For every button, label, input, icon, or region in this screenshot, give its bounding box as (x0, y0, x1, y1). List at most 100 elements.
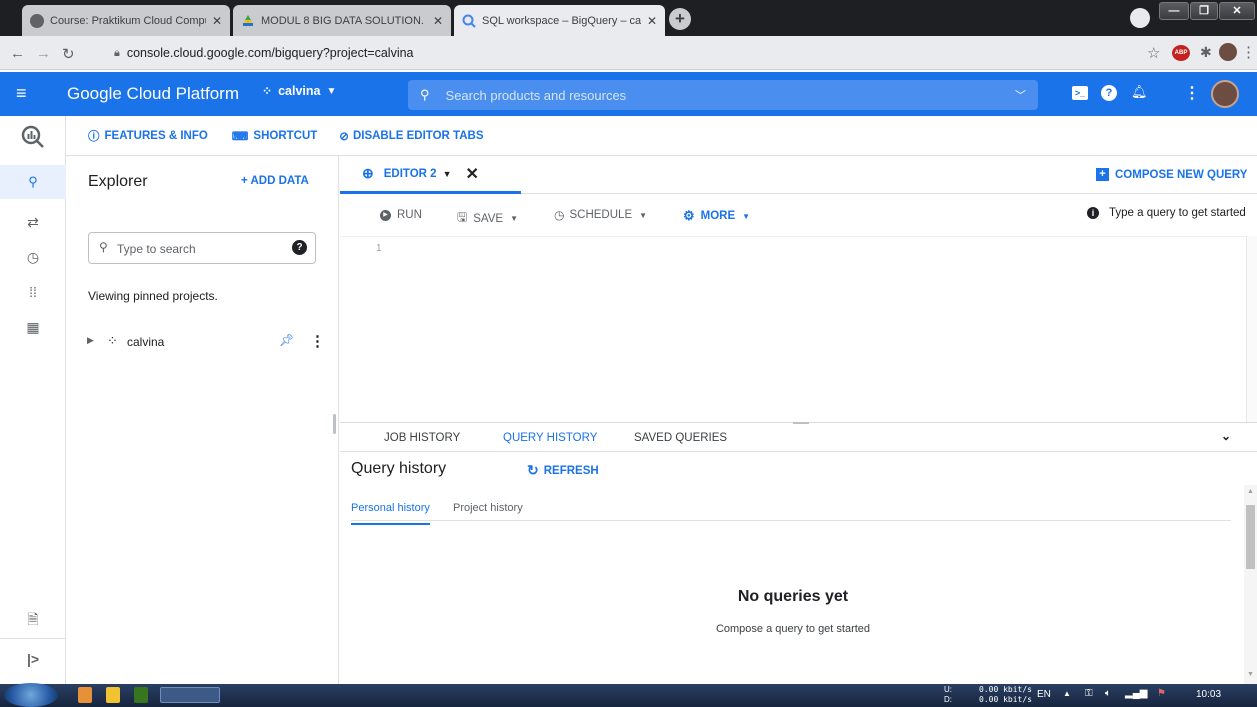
clock-time[interactable]: 10:03 (1196, 689, 1221, 700)
panel-resize-handle[interactable] (333, 414, 336, 434)
refresh-button[interactable]: ↻ REFRESH (527, 462, 599, 479)
url-field[interactable]: 🔒︎ console.cloud.google.com/bigquery?pro… (106, 41, 1106, 65)
shortcut-button[interactable]: ⌨ SHORTCUT (232, 129, 318, 143)
browser-tab-title: SQL workspace – BigQuery – calv (482, 14, 641, 27)
gcp-title[interactable]: Google Cloud Platform (67, 84, 239, 104)
project-dots-icon: ⁘ (262, 84, 273, 98)
release-notes-icon[interactable]: 🗎︎ (0, 609, 66, 633)
help-icon[interactable]: ? (292, 240, 307, 255)
editor-scrollbar[interactable] (1246, 236, 1257, 422)
analytics-hub-icon[interactable]: ⁞⁞ (0, 284, 66, 300)
close-window-button[interactable]: ✕ (1219, 2, 1255, 20)
explorer-title: Explorer (88, 173, 148, 190)
query-history-tab[interactable]: QUERY HISTORY (503, 432, 597, 444)
file-explorer-icon[interactable] (106, 687, 120, 703)
schedule-button[interactable]: ◷ SCHEDULE ▼ (554, 208, 647, 222)
back-arrow-icon[interactable]: ← (10, 45, 25, 62)
help-icon[interactable]: ? (1101, 85, 1117, 101)
adblock-extension-icon[interactable]: ABP (1172, 45, 1190, 61)
pin-icon[interactable]: 📌︎ (279, 333, 294, 347)
project-history-tab[interactable]: Project history (453, 502, 523, 514)
reload-icon[interactable]: ↻ (62, 45, 75, 63)
browser-tab-active[interactable]: SQL workspace – BigQuery – calv ✕ (454, 5, 665, 36)
history-scrollbar[interactable]: ▲ ▼ (1244, 485, 1257, 684)
save-button[interactable]: 🖫︎ SAVE ▼ (457, 208, 518, 229)
bookmark-star-icon[interactable]: ☆ (1147, 44, 1160, 62)
more-vert-icon[interactable]: ⋮ (1184, 83, 1200, 103)
scrollbar-thumb[interactable] (1246, 505, 1255, 569)
history-subtabs: Personal history Project history (351, 494, 1231, 525)
action-center-flag-icon[interactable]: ⚑ (1157, 688, 1166, 699)
maximize-button[interactable]: ❐ (1190, 2, 1218, 20)
close-tab-icon[interactable]: ✕ (433, 14, 443, 28)
close-tab-icon[interactable]: ✕ (647, 14, 657, 28)
add-box-icon: + (1096, 168, 1109, 181)
scroll-down-icon[interactable]: ▼ (1247, 671, 1254, 678)
browser-menu-icon[interactable]: ⋮ (1241, 43, 1256, 61)
cloud-shell-icon[interactable]: >_ (1072, 86, 1088, 100)
more-button[interactable]: ⚙ MORE ▼ (683, 208, 750, 224)
features-info-button[interactable]: ⓘ FEATURES & INFO (88, 128, 208, 144)
more-vert-icon[interactable]: ⋮ (310, 332, 325, 350)
avatar[interactable] (1219, 43, 1237, 61)
forward-arrow-icon[interactable]: → (36, 45, 51, 62)
new-tab-button[interactable]: + (669, 8, 691, 30)
refresh-icon: ↻ (527, 462, 539, 478)
extensions-puzzle-icon[interactable]: ✱ (1200, 44, 1212, 61)
compose-new-query-button[interactable]: + COMPOSE NEW QUERY (1096, 168, 1247, 181)
compose-new-query-label: COMPOSE NEW QUERY (1115, 168, 1248, 181)
chevron-down-icon[interactable]: ﹀ (1015, 87, 1026, 103)
media-player-icon[interactable] (78, 687, 92, 703)
browser-tab[interactable]: Course: Praktikum Cloud Compu ✕ (22, 5, 230, 36)
project-selector[interactable]: ⁘ calvina ▼ (262, 84, 336, 98)
collapse-chevron-icon[interactable]: ⌄ (1221, 429, 1231, 443)
network-icon[interactable]: ⚿ (1085, 688, 1093, 699)
hamburger-menu-icon[interactable]: ≡ (16, 83, 27, 104)
chevron-down-icon: ▼ (326, 85, 337, 97)
sql-editor[interactable]: 1 (340, 236, 1246, 423)
chevron-down-icon: ▼ (510, 214, 518, 223)
close-icon[interactable]: ✕ (465, 164, 478, 184)
saved-queries-tab[interactable]: SAVED QUERIES (634, 432, 727, 444)
editor-tab[interactable]: ⊕ EDITOR 2 ▼ ✕ (340, 156, 521, 194)
features-info-label: FEATURES & INFO (104, 129, 208, 142)
expand-rail-icon[interactable]: |> (0, 651, 66, 667)
add-data-button[interactable]: + ADD DATA (241, 175, 309, 187)
explorer-search-input[interactable]: ⚲ Type to search ? (88, 232, 316, 264)
start-button[interactable] (4, 683, 58, 707)
transfers-icon[interactable]: ⇄ (0, 214, 66, 231)
dropdown-arrow-icon[interactable]: ▼ (443, 169, 452, 179)
visibility-off-icon: ⊘ (339, 130, 349, 143)
gcp-search-input[interactable]: ⚲ Search products and resources ﹀ (408, 80, 1038, 110)
query-history-panel: Query history ↻ REFRESH Personal history… (340, 452, 1257, 684)
close-tab-icon[interactable]: ✕ (212, 14, 222, 28)
excel-icon[interactable] (134, 687, 148, 703)
explorer-panel: Explorer + ADD DATA ⚲ Type to search ? V… (67, 156, 339, 684)
signal-bars-icon[interactable]: ▂▄▆ (1125, 688, 1147, 699)
job-history-tab[interactable]: JOB HISTORY (384, 432, 460, 444)
notifications-bell-icon[interactable]: 🔔︎ (1131, 84, 1148, 100)
upload-speed: 0.00 kbit/s (979, 685, 1032, 694)
bigquery-logo-icon[interactable] (20, 124, 46, 150)
account-avatar[interactable] (1211, 80, 1239, 108)
history-clock-icon[interactable]: ◷ (0, 249, 66, 266)
refresh-label: REFRESH (543, 464, 599, 477)
reservations-grid-icon[interactable]: ▦ (0, 319, 66, 336)
download-speed: 0.00 kbit/s (979, 695, 1032, 704)
expand-arrow-icon[interactable]: ▶ (87, 335, 94, 346)
profile-icon[interactable] (1130, 8, 1150, 28)
disable-editor-tabs-button[interactable]: ⊘ DISABLE EDITOR TABS (339, 129, 483, 143)
drag-handle[interactable] (793, 422, 809, 424)
minimize-button[interactable]: — (1159, 2, 1189, 20)
volume-icon[interactable]: 🔈︎ (1105, 688, 1111, 699)
show-hidden-icons-icon[interactable]: ▲ (1063, 689, 1071, 698)
scroll-up-icon[interactable]: ▲ (1247, 488, 1254, 495)
browser-tab[interactable]: MODUL 8 BIG DATA SOLUTION. ✕ (233, 5, 451, 36)
project-tree-row[interactable]: ▶ ⁘ calvina 📌︎ ⋮ (67, 330, 339, 354)
course-favicon-icon (30, 13, 44, 28)
personal-history-tab[interactable]: Personal history (351, 502, 430, 525)
chrome-taskbar-icon[interactable] (160, 687, 220, 703)
language-indicator[interactable]: EN (1037, 689, 1051, 700)
nav-search-item[interactable]: ⚲ (0, 165, 66, 199)
run-button[interactable]: ▶ RUN (380, 209, 422, 221)
